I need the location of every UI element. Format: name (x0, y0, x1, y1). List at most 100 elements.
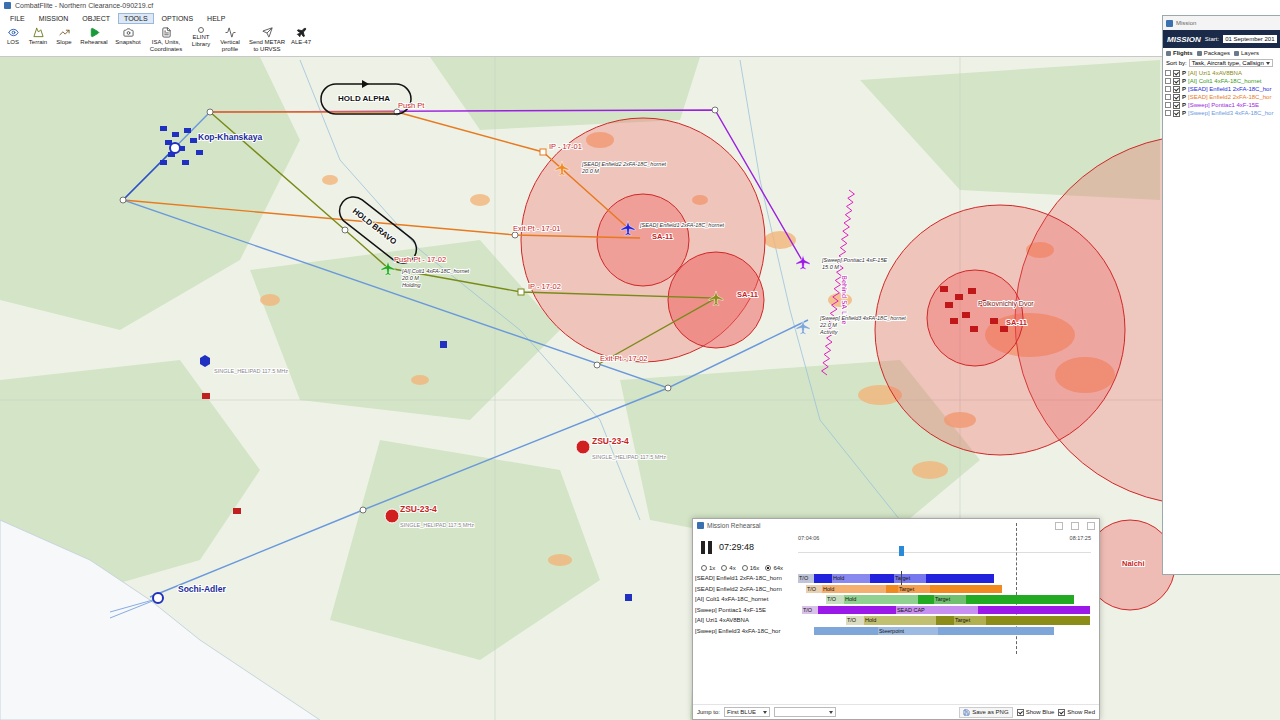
ip-marker[interactable] (518, 289, 524, 295)
gantt-segment[interactable] (986, 616, 1090, 625)
waypoint-marker[interactable] (342, 227, 348, 233)
close-icon[interactable] (1087, 522, 1095, 530)
threat-ring[interactable] (521, 118, 765, 362)
gantt-segment[interactable] (926, 574, 994, 583)
gantt-segment[interactable]: Target (898, 585, 930, 594)
expand-icon[interactable] (1165, 110, 1171, 116)
tool-button[interactable]: Slope (53, 27, 75, 46)
aircraft-icon[interactable] (796, 255, 810, 270)
tool-button[interactable]: ALE-47 (290, 27, 312, 46)
panel-tab[interactable]: Packages (1197, 50, 1230, 56)
flight-checkbox[interactable] (1173, 78, 1180, 85)
gantt-segment[interactable]: SEAD CAP (896, 606, 978, 615)
jump-select[interactable]: First BLUE (724, 707, 770, 717)
gantt-segment[interactable]: T/O (798, 574, 814, 583)
gantt-segment[interactable] (930, 585, 1002, 594)
waypoint-marker[interactable] (665, 385, 671, 391)
show-blue-checkbox[interactable]: Show Blue (1017, 709, 1055, 716)
tool-button[interactable]: Send METAR to URVSS (247, 27, 287, 52)
panel-tab[interactable]: Layers (1234, 50, 1259, 56)
gantt-segment[interactable]: Target (894, 574, 926, 583)
speed-radio[interactable]: 64x (765, 565, 783, 571)
speed-radio[interactable]: 1x (701, 565, 715, 571)
enemy-unit[interactable] (990, 318, 998, 324)
route-line[interactable] (123, 148, 175, 200)
show-red-checkbox[interactable]: Show Red (1058, 709, 1095, 716)
gantt-segment[interactable]: T/O (802, 606, 818, 615)
tool-button[interactable]: ELINT Library (189, 27, 213, 47)
panel-tab[interactable]: Flights (1166, 50, 1193, 56)
flight-checkbox[interactable] (1173, 86, 1180, 93)
gantt-segment[interactable]: Steerpoint (878, 627, 938, 636)
enemy-unit[interactable] (945, 302, 953, 308)
aircraft-icon[interactable] (621, 221, 635, 236)
gantt-segment[interactable]: T/O (826, 595, 844, 604)
enemy-unit[interactable] (202, 393, 210, 399)
enemy-unit[interactable] (968, 288, 976, 294)
waypoint-marker[interactable] (360, 507, 366, 513)
tool-button[interactable]: Snapshot (113, 27, 143, 46)
threat-ring[interactable] (875, 205, 1125, 455)
flight-checkbox[interactable] (1173, 110, 1180, 117)
waypoint-marker[interactable] (120, 197, 126, 203)
expand-icon[interactable] (1165, 102, 1171, 108)
tool-button[interactable]: Terrain (26, 27, 50, 46)
waypoint-marker[interactable] (207, 109, 213, 115)
flight-row[interactable]: P[SEAD] Enfield2 2xFA-18C_hor (1165, 93, 1278, 101)
time-slider-handle[interactable] (899, 546, 904, 556)
sead-line[interactable] (822, 190, 855, 375)
friendly-unit[interactable] (440, 341, 447, 348)
speed-radio[interactable]: 4x (721, 565, 735, 571)
gantt-segment[interactable]: Hold (832, 574, 870, 583)
gantt-segment[interactable]: T/O (846, 616, 864, 625)
flight-row[interactable]: P[Sweep] Pontiac1 4xF-15E (1165, 101, 1278, 109)
route-line[interactable] (123, 112, 808, 388)
threat-ring[interactable] (597, 194, 689, 286)
expand-icon[interactable] (1165, 70, 1171, 76)
gantt-segment[interactable] (870, 574, 894, 583)
aircraft-icon[interactable] (381, 261, 395, 276)
sort-select[interactable]: Task, Aircraft type, Callsign (1189, 59, 1273, 67)
gantt-segment[interactable] (814, 627, 878, 636)
speed-radio[interactable]: 16x (742, 565, 760, 571)
gantt-segment[interactable]: Hold (844, 595, 918, 604)
aircraft-icon[interactable] (796, 320, 810, 335)
flight-checkbox[interactable] (1173, 70, 1180, 77)
enemy-unit[interactable] (940, 286, 948, 292)
menu-item[interactable]: FILE (4, 13, 31, 24)
zsu-icon[interactable] (385, 509, 399, 523)
gantt-segment[interactable] (886, 585, 898, 594)
enemy-unit[interactable] (955, 294, 963, 300)
start-field[interactable]: 01 September 201 (1223, 35, 1276, 43)
gantt-segment[interactable] (938, 627, 1054, 636)
waypoint-marker[interactable] (712, 107, 718, 113)
flight-row[interactable]: P[AI] Colt1 4xFA-18C_hornet (1165, 77, 1278, 85)
flight-row[interactable]: P[AI] Uzi1 4xAV8BNA (1165, 69, 1278, 77)
gantt-segment[interactable] (918, 595, 934, 604)
maximize-icon[interactable] (1071, 522, 1079, 530)
menu-item[interactable]: MISSION (33, 13, 75, 24)
expand-icon[interactable] (1165, 94, 1171, 100)
threat-ring[interactable] (668, 252, 764, 348)
tool-button[interactable]: Vertical profile (216, 27, 244, 52)
timeline-axis[interactable]: 07:04:0608:17:25 (798, 532, 1091, 562)
tool-button[interactable]: Rehearsal (78, 27, 110, 46)
gantt-segment[interactable]: Target (934, 595, 966, 604)
save-png-button[interactable]: Save as PNG (959, 707, 1012, 718)
flight-row[interactable]: P[Sweep] Enfield3 4xFA-18C_hor (1165, 109, 1278, 117)
jump-target-select[interactable] (774, 707, 836, 717)
route-line[interactable] (210, 112, 716, 365)
flight-checkbox[interactable] (1173, 94, 1180, 101)
gantt-segment[interactable] (818, 606, 896, 615)
ip-marker[interactable] (540, 149, 546, 155)
airbase-icon[interactable] (153, 593, 163, 603)
friendly-unit[interactable] (200, 355, 210, 367)
flight-checkbox[interactable] (1173, 102, 1180, 109)
minimize-icon[interactable] (1055, 522, 1063, 530)
airbase-icon[interactable] (170, 143, 180, 153)
gantt-segment[interactable]: Hold (822, 585, 886, 594)
friendly-unit[interactable] (625, 594, 632, 601)
gantt-segment[interactable] (978, 606, 1090, 615)
enemy-unit[interactable] (962, 312, 970, 318)
tool-button[interactable]: LOS (3, 27, 23, 46)
